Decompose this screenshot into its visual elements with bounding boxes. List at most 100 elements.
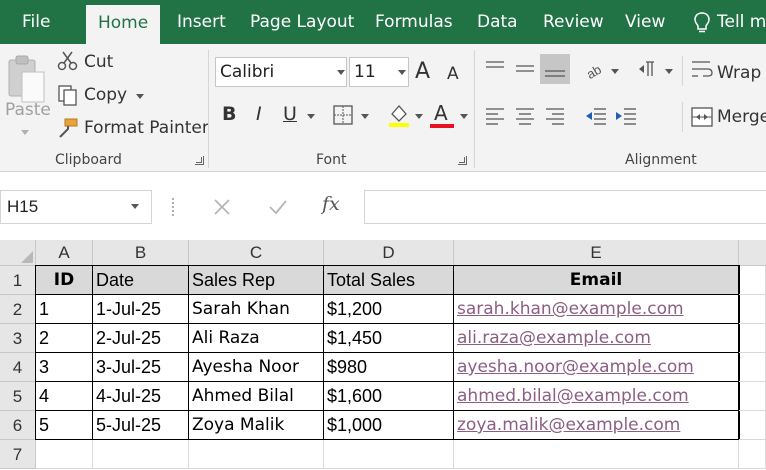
table-cell-date[interactable]: 3-Jul-25 — [93, 353, 189, 382]
table-cell-sales[interactable]: $1,600 — [324, 382, 454, 411]
table-cell-sales[interactable]: $1,200 — [324, 295, 454, 324]
empty-cell[interactable] — [739, 411, 766, 440]
empty-cell[interactable] — [189, 440, 324, 469]
menu-file[interactable]: File — [22, 0, 50, 44]
orientation-dropdown-icon[interactable] — [611, 69, 619, 74]
format-painter-icon[interactable] — [57, 117, 79, 139]
table-cell-sales[interactable]: $1,000 — [324, 411, 454, 440]
menu-view[interactable]: View — [625, 0, 665, 44]
table-cell-sales[interactable]: $980 — [324, 353, 454, 382]
align-right-icon[interactable] — [544, 106, 566, 126]
wrap-text-icon[interactable] — [690, 58, 714, 80]
menu-data[interactable]: Data — [477, 0, 518, 44]
name-box[interactable]: H15 — [0, 190, 152, 224]
font-color-dropdown-icon[interactable] — [460, 114, 468, 119]
insert-function-icon[interactable]: fx — [322, 193, 340, 215]
underline-icon[interactable]: U — [283, 103, 297, 125]
column-header-c[interactable]: C — [189, 240, 324, 266]
borders-icon[interactable] — [332, 104, 354, 126]
increase-indent-icon[interactable] — [614, 106, 638, 126]
table-cell-id[interactable]: 2 — [36, 324, 93, 353]
merge-center-icon[interactable] — [690, 106, 714, 128]
shrink-font-icon[interactable]: A — [447, 64, 459, 84]
empty-cell[interactable] — [324, 440, 454, 469]
empty-cell[interactable] — [93, 440, 189, 469]
align-center-icon[interactable] — [514, 106, 536, 126]
font-name-select[interactable]: Calibri — [215, 57, 347, 87]
table-cell-id[interactable]: 4 — [36, 382, 93, 411]
copy-icon[interactable] — [57, 84, 79, 106]
menu-tell-me[interactable]: Tell me — [717, 0, 766, 44]
wrap-text-label[interactable]: Wrap — [717, 63, 761, 83]
menu-formulas[interactable]: Formulas — [375, 0, 453, 44]
table-cell-rep[interactable]: Zoya Malik — [189, 411, 324, 440]
merge-center-label[interactable]: Merge — [717, 107, 766, 127]
cut-label[interactable]: Cut — [84, 52, 113, 72]
menu-insert[interactable]: Insert — [177, 0, 226, 44]
cut-icon[interactable] — [57, 50, 79, 72]
empty-cell[interactable] — [739, 266, 766, 295]
formula-input[interactable] — [364, 190, 766, 224]
underline-dropdown-icon[interactable] — [307, 114, 315, 119]
table-cell-rep[interactable]: Sarah Khan — [189, 295, 324, 324]
cancel-icon[interactable] — [213, 198, 231, 216]
table-cell-date[interactable]: 5-Jul-25 — [93, 411, 189, 440]
font-name-dropdown-icon[interactable] — [337, 70, 345, 75]
copy-label[interactable]: Copy — [84, 85, 127, 105]
row-header-7[interactable]: 7 — [0, 440, 36, 469]
column-header-d[interactable]: D — [324, 240, 454, 266]
text-direction-icon[interactable] — [636, 58, 662, 80]
table-cell-id[interactable]: 1 — [36, 295, 93, 324]
header-cell-id[interactable]: ID — [36, 266, 93, 295]
empty-cell[interactable] — [739, 440, 766, 469]
decrease-indent-icon[interactable] — [584, 106, 608, 126]
header-cell-total-sales[interactable]: Total Sales — [324, 266, 454, 295]
empty-cell[interactable] — [454, 440, 739, 469]
font-color-icon[interactable]: A — [434, 101, 448, 125]
table-cell-id[interactable]: 3 — [36, 353, 93, 382]
empty-cell[interactable] — [739, 382, 766, 411]
row-header-1[interactable]: 1 — [0, 266, 36, 295]
table-cell-email-link[interactable]: ahmed.bilal@example.com — [454, 382, 739, 411]
enter-check-icon[interactable] — [268, 198, 288, 216]
table-cell-email-link[interactable]: ayesha.noor@example.com — [454, 353, 739, 382]
row-header-5[interactable]: 5 — [0, 382, 36, 411]
table-cell-rep[interactable]: Ayesha Noor — [189, 353, 324, 382]
empty-cell[interactable] — [739, 324, 766, 353]
align-top-icon[interactable] — [484, 60, 506, 78]
empty-cell[interactable] — [739, 353, 766, 382]
font-launcher-icon[interactable] — [458, 156, 467, 165]
table-cell-date[interactable]: 2-Jul-25 — [93, 324, 189, 353]
fill-color-icon[interactable] — [386, 102, 412, 128]
menu-review[interactable]: Review — [543, 0, 604, 44]
table-cell-sales[interactable]: $1,450 — [324, 324, 454, 353]
row-header-2[interactable]: 2 — [0, 295, 36, 324]
header-cell-email[interactable]: Email — [454, 266, 739, 295]
borders-dropdown-icon[interactable] — [361, 114, 369, 119]
format-painter-label[interactable]: Format Painter — [84, 118, 209, 138]
table-cell-date[interactable]: 4-Jul-25 — [93, 382, 189, 411]
empty-cell[interactable] — [739, 295, 766, 324]
row-header-3[interactable]: 3 — [0, 324, 36, 353]
paste-dropdown-icon[interactable] — [21, 130, 29, 135]
table-cell-rep[interactable]: Ahmed Bilal — [189, 382, 324, 411]
font-size-dropdown-icon[interactable] — [398, 70, 406, 75]
formula-bar-grip[interactable] — [172, 198, 175, 216]
empty-cell[interactable] — [36, 440, 93, 469]
row-header-6[interactable]: 6 — [0, 411, 36, 440]
table-cell-email-link[interactable]: ali.raza@example.com — [454, 324, 739, 353]
align-bottom-button[interactable] — [540, 54, 570, 84]
align-left-icon[interactable] — [484, 106, 506, 126]
align-middle-icon[interactable] — [514, 60, 536, 78]
menu-page-layout[interactable]: Page Layout — [250, 0, 354, 44]
fill-color-dropdown-icon[interactable] — [415, 114, 423, 119]
menu-home[interactable]: Home — [86, 5, 161, 44]
column-header-b[interactable]: B — [93, 240, 189, 266]
column-header-a[interactable]: A — [36, 240, 93, 266]
header-cell-date[interactable]: Date — [93, 266, 189, 295]
header-cell-sales-rep[interactable]: Sales Rep — [189, 266, 324, 295]
table-cell-rep[interactable]: Ali Raza — [189, 324, 324, 353]
table-cell-date[interactable]: 1-Jul-25 — [93, 295, 189, 324]
paste-label[interactable]: Paste — [5, 100, 51, 120]
bold-icon[interactable]: B — [222, 103, 236, 125]
